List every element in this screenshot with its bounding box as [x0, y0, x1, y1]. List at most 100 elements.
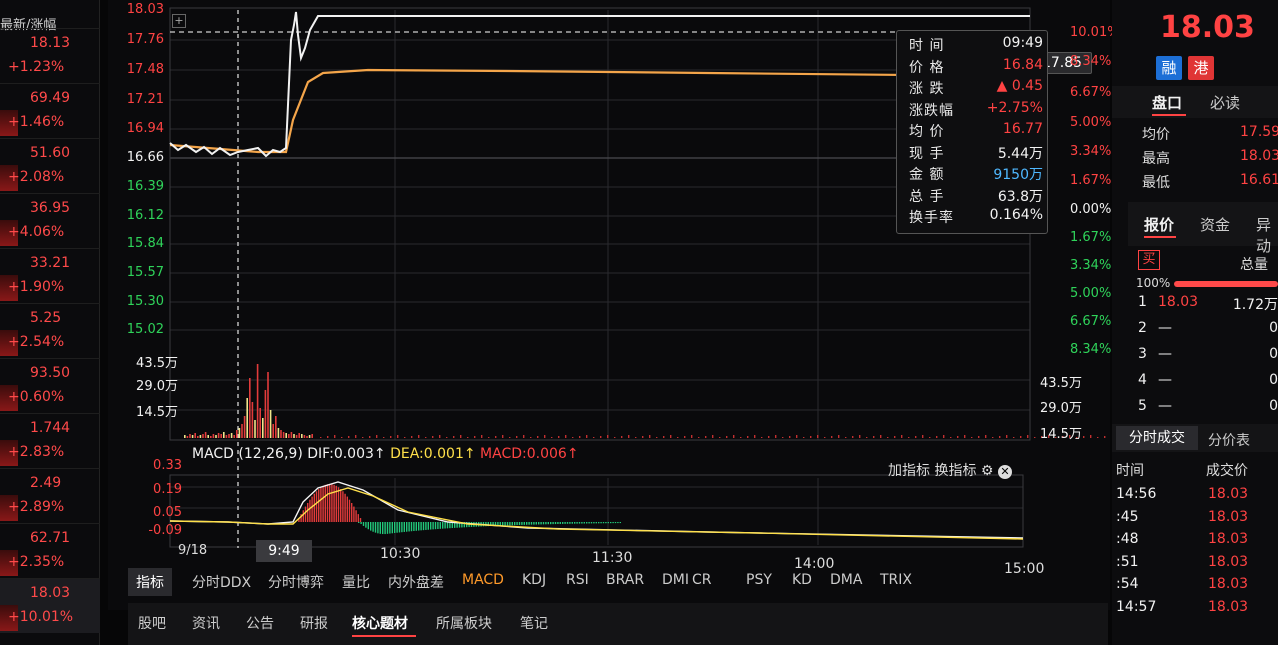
macd-bar [386, 522, 389, 534]
gear-icon[interactable]: ⚙ [981, 463, 994, 479]
tab-quote[interactable]: 报价 [1144, 214, 1174, 235]
macd-bar [552, 522, 554, 525]
indicator-tab[interactable]: DMA [830, 572, 862, 588]
indicator-tab[interactable]: DMI [662, 572, 689, 588]
indicator-tab[interactable]: MACD [462, 572, 504, 588]
macd-dea: DEA:0.001 [390, 446, 464, 462]
macd-bar [322, 485, 324, 522]
volume-bar [474, 436, 476, 438]
macd-bar [540, 522, 542, 525]
macd-bar [318, 489, 320, 522]
x-label-date: 9/18 [178, 543, 208, 558]
info-tab[interactable]: 核心题材 [352, 613, 408, 633]
volume-bar [488, 437, 490, 438]
volume-bar [184, 435, 186, 438]
indicator-tab[interactable]: CR [692, 572, 712, 588]
indicator-tab[interactable]: BRAR [606, 572, 644, 588]
volume-bar [782, 437, 784, 438]
stat-value: 17.59 [1240, 124, 1278, 140]
tab-capital[interactable]: 资金 [1200, 214, 1230, 235]
hk-connect-badge[interactable]: 港 [1188, 56, 1214, 80]
watchlist-row[interactable]: 69.49 +1.46% [0, 83, 100, 138]
macd-bar [340, 489, 342, 522]
indicator-tab[interactable]: 分时DDX [192, 572, 251, 592]
info-tab[interactable]: 笔记 [520, 613, 548, 633]
volume-bar [191, 435, 194, 438]
info-tab[interactable]: 研报 [300, 613, 328, 633]
watchlist-change: +2.54% [8, 334, 65, 350]
dea-arrow-icon: ↑ [463, 446, 476, 462]
info-tab[interactable]: 股吧 [138, 613, 166, 633]
volume-bar [978, 436, 980, 438]
y-axis-pct-label: 8.34% [1070, 54, 1112, 69]
volume-bar [810, 436, 812, 438]
watchlist-row[interactable]: 51.60 +2.08% [0, 138, 100, 193]
y-axis-price-label: 15.30 [126, 294, 164, 309]
macd-bar [379, 522, 381, 534]
macd-bar [415, 522, 417, 531]
add-indicator-button[interactable]: 加指标 [888, 463, 930, 479]
last-price: 18.03 [1160, 10, 1255, 45]
tab-tick-trades[interactable]: 分时成交 [1116, 426, 1198, 450]
volume-bar [220, 434, 222, 438]
stat-value: 18.03 [1240, 148, 1278, 164]
volume-bar [327, 436, 329, 438]
tooltip-value: 09:49 [1002, 35, 1043, 51]
volume-bar [719, 437, 721, 438]
info-tab[interactable]: 所属板块 [436, 613, 492, 633]
volume-bar [334, 435, 336, 438]
watchlist-row[interactable]: 18.03 +10.01% [0, 578, 100, 633]
watchlist-row[interactable]: 36.95 +4.06% [0, 193, 100, 248]
indicator-tab[interactable]: RSI [566, 572, 589, 588]
indicator-tab[interactable]: KD [792, 572, 812, 588]
indicator-tab[interactable]: 分时博弈 [268, 572, 324, 592]
watchlist-price: 2.49 [30, 475, 62, 491]
indicator-tab[interactable]: 内外盘差 [388, 572, 444, 592]
volume-bar [207, 435, 209, 438]
volume-bar [288, 434, 290, 438]
volume-bar [943, 435, 945, 438]
y-axis-pct-label: 3.34% [1070, 258, 1112, 273]
info-tab[interactable]: 资讯 [192, 613, 220, 633]
watchlist-row[interactable]: 33.21 +1.90% [0, 248, 100, 303]
expand-icon[interactable]: + [172, 14, 186, 28]
watchlist-change: +2.35% [8, 554, 65, 570]
switch-indicator-button[interactable]: 换指标 [934, 463, 976, 479]
trade-time: :48 [1116, 531, 1139, 547]
indicator-tab[interactable]: KDJ [522, 572, 546, 588]
indicator-tab[interactable]: 量比 [342, 572, 370, 592]
volume-bar [285, 433, 287, 438]
macd-bar [430, 522, 432, 530]
close-icon[interactable]: ✕ [997, 465, 1012, 479]
volume-bar [241, 424, 243, 438]
watchlist-change: +2.89% [8, 499, 65, 515]
indicator-tab[interactable]: PSY [746, 572, 772, 588]
macd-bar [304, 506, 307, 522]
indicator-tab[interactable]: TRIX [880, 572, 912, 588]
watchlist-row[interactable]: 93.50 +0.60% [0, 358, 100, 413]
volume-bar [202, 434, 204, 438]
macd-bar [362, 522, 365, 526]
watchlist-price: 5.25 [30, 310, 62, 326]
macd-bar [359, 518, 362, 522]
volume-bar [495, 436, 497, 438]
watchlist-row[interactable]: 62.71 +2.35% [0, 523, 100, 578]
tab-bidu[interactable]: 必读 [1210, 92, 1240, 113]
watchlist-row[interactable]: 1.744 +2.83% [0, 413, 100, 468]
macd-bar [530, 522, 533, 525]
indicator-tab[interactable]: 指标 [128, 568, 172, 596]
watchlist-row[interactable]: 2.49 +2.89% [0, 468, 100, 523]
stat-value: 16.61 [1240, 172, 1278, 188]
macd-bar [504, 522, 506, 526]
margin-badge[interactable]: 融 [1156, 56, 1182, 80]
tab-pankou[interactable]: 盘口 [1152, 92, 1182, 113]
tab-price-table[interactable]: 分价表 [1208, 430, 1250, 450]
volume-bar [1090, 435, 1092, 438]
watchlist-row[interactable]: 5.25 +2.54% [0, 303, 100, 358]
tab-anomaly[interactable]: 异动 [1256, 214, 1278, 256]
volume-bar [726, 436, 728, 438]
volume-bar [259, 408, 261, 438]
info-tab[interactable]: 公告 [246, 613, 274, 633]
trade-time: 14:57 [1116, 598, 1157, 615]
watchlist-row[interactable]: 18.13 +1.23% [0, 28, 100, 83]
